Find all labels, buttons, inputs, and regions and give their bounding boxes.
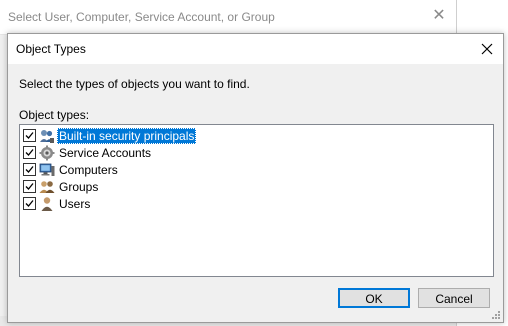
- checkmark-icon: [25, 183, 34, 190]
- parent-titlebar: Select User, Computer, Service Account, …: [0, 0, 456, 35]
- checkbox-service-accounts[interactable]: [23, 146, 36, 159]
- dialog-title: Object Types: [16, 42, 86, 56]
- item-label-service-accounts: Service Accounts: [59, 145, 152, 160]
- list-item-users[interactable]: Users: [23, 195, 92, 212]
- resize-grip-icon[interactable]: [491, 310, 501, 320]
- dialog-prompt: Select the types of objects you want to …: [19, 77, 250, 91]
- screen: Select User, Computer, Service Account, …: [0, 0, 508, 326]
- object-types-list[interactable]: Built-in security principals Service Acc…: [19, 124, 494, 277]
- parent-close-icon[interactable]: ✕: [430, 7, 448, 25]
- computer-icon: [39, 163, 55, 176]
- item-label-groups: Groups: [59, 179, 99, 194]
- close-icon[interactable]: [478, 40, 496, 58]
- cancel-button[interactable]: Cancel: [418, 288, 490, 308]
- group-icon: [39, 180, 55, 193]
- item-label-users: Users: [59, 196, 91, 211]
- list-item-built-in-security-principals[interactable]: Built-in security principals: [23, 127, 197, 144]
- dialog-titlebar: Object Types: [8, 34, 503, 64]
- checkmark-icon: [25, 149, 34, 156]
- item-label-computers: Computers: [59, 162, 118, 177]
- list-item-groups[interactable]: Groups: [23, 178, 100, 195]
- ok-button[interactable]: OK: [338, 288, 410, 308]
- object-types-label: Object types:: [19, 108, 90, 122]
- list-item-computers[interactable]: Computers: [23, 161, 120, 178]
- checkbox-users[interactable]: [23, 197, 36, 210]
- checkbox-built-in-security-principals[interactable]: [23, 129, 36, 142]
- checkbox-groups[interactable]: [23, 180, 36, 193]
- item-label-built-in-security-principals: Built-in security principals: [57, 127, 197, 144]
- checkmark-icon: [25, 132, 34, 139]
- checkmark-icon: [25, 166, 34, 173]
- list-item-service-accounts[interactable]: Service Accounts: [23, 144, 153, 161]
- user-icon: [41, 196, 53, 211]
- service-accounts-icon: [39, 145, 55, 160]
- parent-window-title: Select User, Computer, Service Account, …: [8, 10, 275, 24]
- object-types-dialog: Object Types Select the types of objects…: [7, 33, 504, 323]
- security-principals-icon: [40, 129, 54, 143]
- checkmark-icon: [25, 200, 34, 207]
- checkbox-computers[interactable]: [23, 163, 36, 176]
